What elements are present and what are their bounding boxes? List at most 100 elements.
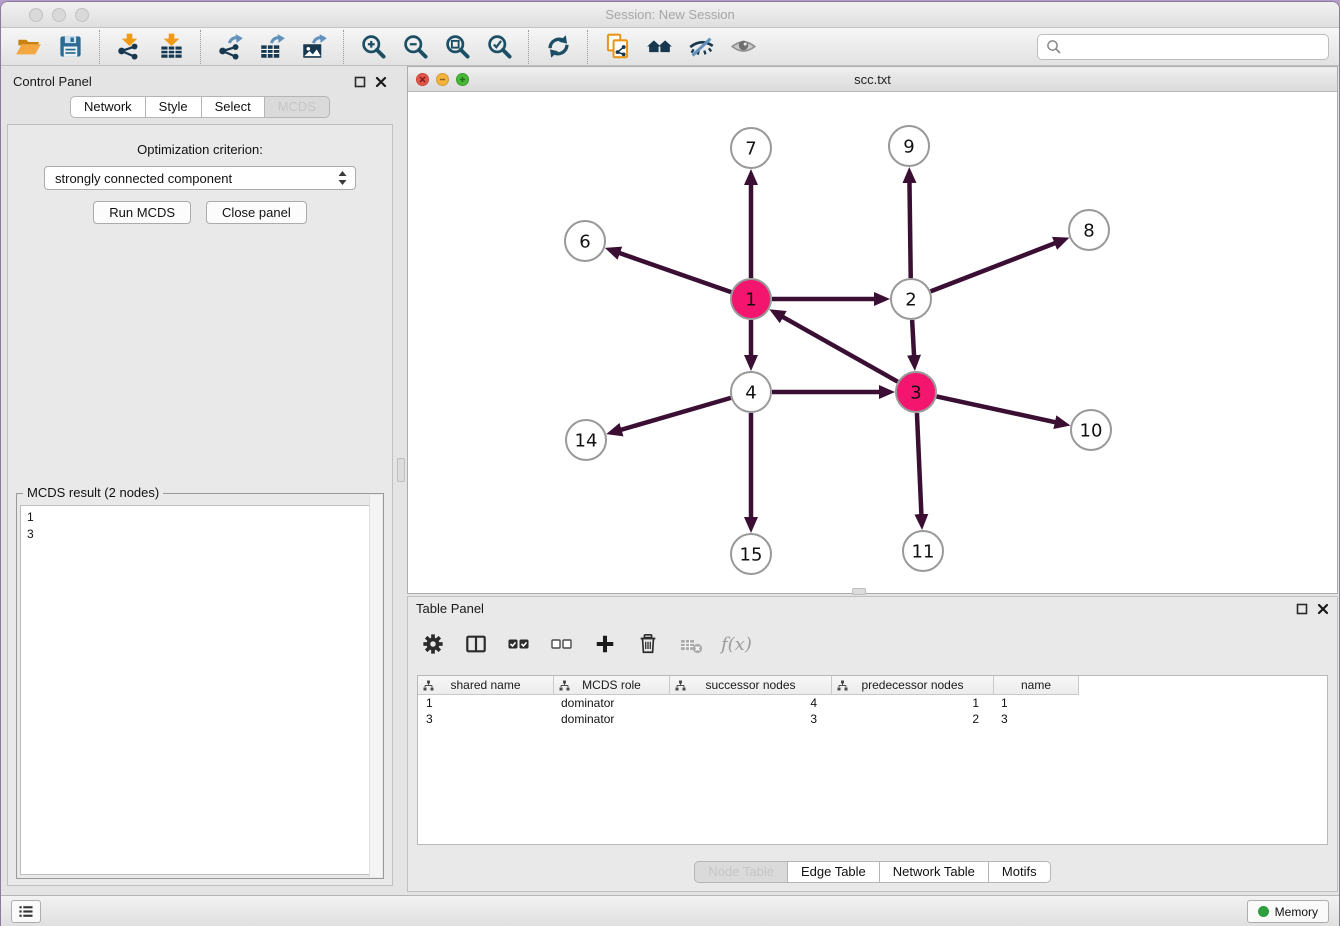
node-4[interactable]: 4 xyxy=(731,372,771,412)
column-header-name[interactable]: name xyxy=(993,676,1078,694)
cell-predecessor-nodes[interactable]: 2 xyxy=(831,712,993,726)
zoom-fit-button[interactable] xyxy=(441,31,473,63)
copy-network-icon xyxy=(604,33,631,60)
zoom-selected-button[interactable] xyxy=(483,31,515,63)
attribute-tree-icon xyxy=(837,680,848,691)
table-options-button[interactable] xyxy=(420,631,446,657)
delete-columns-button[interactable] xyxy=(635,631,661,657)
close-panel-icon[interactable] xyxy=(375,76,387,88)
node-2[interactable]: 2 xyxy=(891,279,931,319)
vertical-splitter-handle[interactable] xyxy=(397,458,405,482)
edge-4-14[interactable] xyxy=(620,398,731,430)
edge-2-9[interactable] xyxy=(909,181,910,278)
cell-shared-name[interactable]: 1 xyxy=(418,696,553,710)
task-history-button[interactable] xyxy=(11,900,41,923)
node-7[interactable]: 7 xyxy=(731,128,771,168)
column-header-shared-name[interactable]: shared name xyxy=(418,676,553,694)
add-column-button[interactable] xyxy=(592,631,618,657)
search-input[interactable] xyxy=(1068,39,1320,54)
cell-successor-nodes[interactable]: 3 xyxy=(669,712,831,726)
tab-node-table[interactable]: Node Table xyxy=(694,861,788,883)
table-row[interactable]: 3dominator323 xyxy=(418,711,1327,727)
criterion-value: strongly connected component xyxy=(55,171,337,186)
tab-edge-table[interactable]: Edge Table xyxy=(788,861,880,883)
import-network-button[interactable] xyxy=(113,31,145,63)
show-columns-button[interactable] xyxy=(463,631,489,657)
cell-mcds-role[interactable]: dominator xyxy=(553,712,669,726)
cell-name[interactable]: 3 xyxy=(993,712,1078,726)
network-zoom-button[interactable] xyxy=(456,73,469,86)
horizontal-splitter-handle[interactable] xyxy=(852,588,866,595)
cell-shared-name[interactable]: 3 xyxy=(418,712,553,726)
criterion-select[interactable]: strongly connected component xyxy=(44,166,356,190)
node-1[interactable]: 1 xyxy=(731,279,771,319)
close-panel-button[interactable]: Close panel xyxy=(206,201,307,224)
column-header-predecessor-nodes[interactable]: predecessor nodes xyxy=(831,676,993,694)
run-mcds-button[interactable]: Run MCDS xyxy=(93,201,191,224)
open-session-button[interactable] xyxy=(12,31,44,63)
network-minimize-button[interactable] xyxy=(436,73,449,86)
export-table-button[interactable] xyxy=(256,31,288,63)
clone-network-button[interactable] xyxy=(601,31,633,63)
node-table: shared nameMCDS rolesuccessor nodesprede… xyxy=(417,675,1328,845)
edge-1-6[interactable] xyxy=(618,253,731,293)
tab-style[interactable]: Style xyxy=(146,96,202,118)
cell-name[interactable]: 1 xyxy=(993,696,1078,710)
edge-2-8[interactable] xyxy=(931,243,1057,292)
delete-table-icon xyxy=(680,633,702,655)
svg-text:4: 4 xyxy=(745,383,756,404)
zoom-out-button[interactable] xyxy=(399,31,431,63)
tab-mcds[interactable]: MCDS xyxy=(265,96,330,118)
network-window: scc.txt 7 9 6 8 1 2 4 3 14 10 15 11 xyxy=(407,66,1338,594)
save-session-button[interactable] xyxy=(54,31,86,63)
svg-text:3: 3 xyxy=(910,383,921,404)
export-network-icon xyxy=(217,33,244,60)
export-network-button[interactable] xyxy=(214,31,246,63)
node-10[interactable]: 10 xyxy=(1071,410,1111,450)
node-3[interactable]: 3 xyxy=(896,372,936,412)
table-row[interactable]: 1dominator411 xyxy=(418,695,1327,711)
result-scrollbar[interactable] xyxy=(369,495,382,877)
memory-status-dot xyxy=(1258,906,1269,917)
memory-button[interactable]: Memory xyxy=(1247,900,1329,923)
node-11[interactable]: 11 xyxy=(903,531,943,571)
column-header-successor-nodes[interactable]: successor nodes xyxy=(669,676,831,694)
node-8[interactable]: 8 xyxy=(1069,210,1109,250)
network-close-button[interactable] xyxy=(416,73,429,86)
eye-icon xyxy=(730,33,757,60)
edge-3-10[interactable] xyxy=(937,396,1057,422)
tab-network[interactable]: Network xyxy=(70,96,146,118)
tab-select[interactable]: Select xyxy=(202,96,265,118)
edge-3-11[interactable] xyxy=(917,413,922,516)
tab-motifs[interactable]: Motifs xyxy=(989,861,1051,883)
deselect-all-button[interactable] xyxy=(549,631,575,657)
refresh-layout-button[interactable] xyxy=(542,31,574,63)
select-all-button[interactable] xyxy=(506,631,532,657)
node-14[interactable]: 14 xyxy=(566,420,606,460)
hide-selected-button[interactable] xyxy=(685,31,717,63)
show-all-button[interactable] xyxy=(643,31,675,63)
export-image-button[interactable] xyxy=(298,31,330,63)
search-box xyxy=(1037,34,1329,60)
column-header-mcds-role[interactable]: MCDS role xyxy=(553,676,669,694)
show-hidden-button[interactable] xyxy=(727,31,759,63)
float-panel-icon[interactable] xyxy=(354,76,366,88)
cell-successor-nodes[interactable]: 4 xyxy=(669,696,831,710)
folder-open-icon xyxy=(15,33,42,60)
svg-text:8: 8 xyxy=(1083,221,1094,242)
zoom-in-button[interactable] xyxy=(357,31,389,63)
node-6[interactable]: 6 xyxy=(565,221,605,261)
network-window-title: scc.txt xyxy=(408,67,1337,92)
import-table-button[interactable] xyxy=(155,31,187,63)
cell-mcds-role[interactable]: dominator xyxy=(553,696,669,710)
node-15[interactable]: 15 xyxy=(731,534,771,574)
close-panel-icon[interactable] xyxy=(1317,603,1329,615)
edge-2-3[interactable] xyxy=(912,320,914,357)
node-9[interactable]: 9 xyxy=(889,126,929,166)
edge-3-1[interactable] xyxy=(781,316,897,382)
cell-predecessor-nodes[interactable]: 1 xyxy=(831,696,993,710)
toolbar-separator xyxy=(99,30,100,64)
float-panel-icon[interactable] xyxy=(1296,603,1308,615)
network-canvas[interactable]: 7 9 6 8 1 2 4 3 14 10 15 11 xyxy=(408,92,1337,593)
tab-network-table[interactable]: Network Table xyxy=(880,861,989,883)
